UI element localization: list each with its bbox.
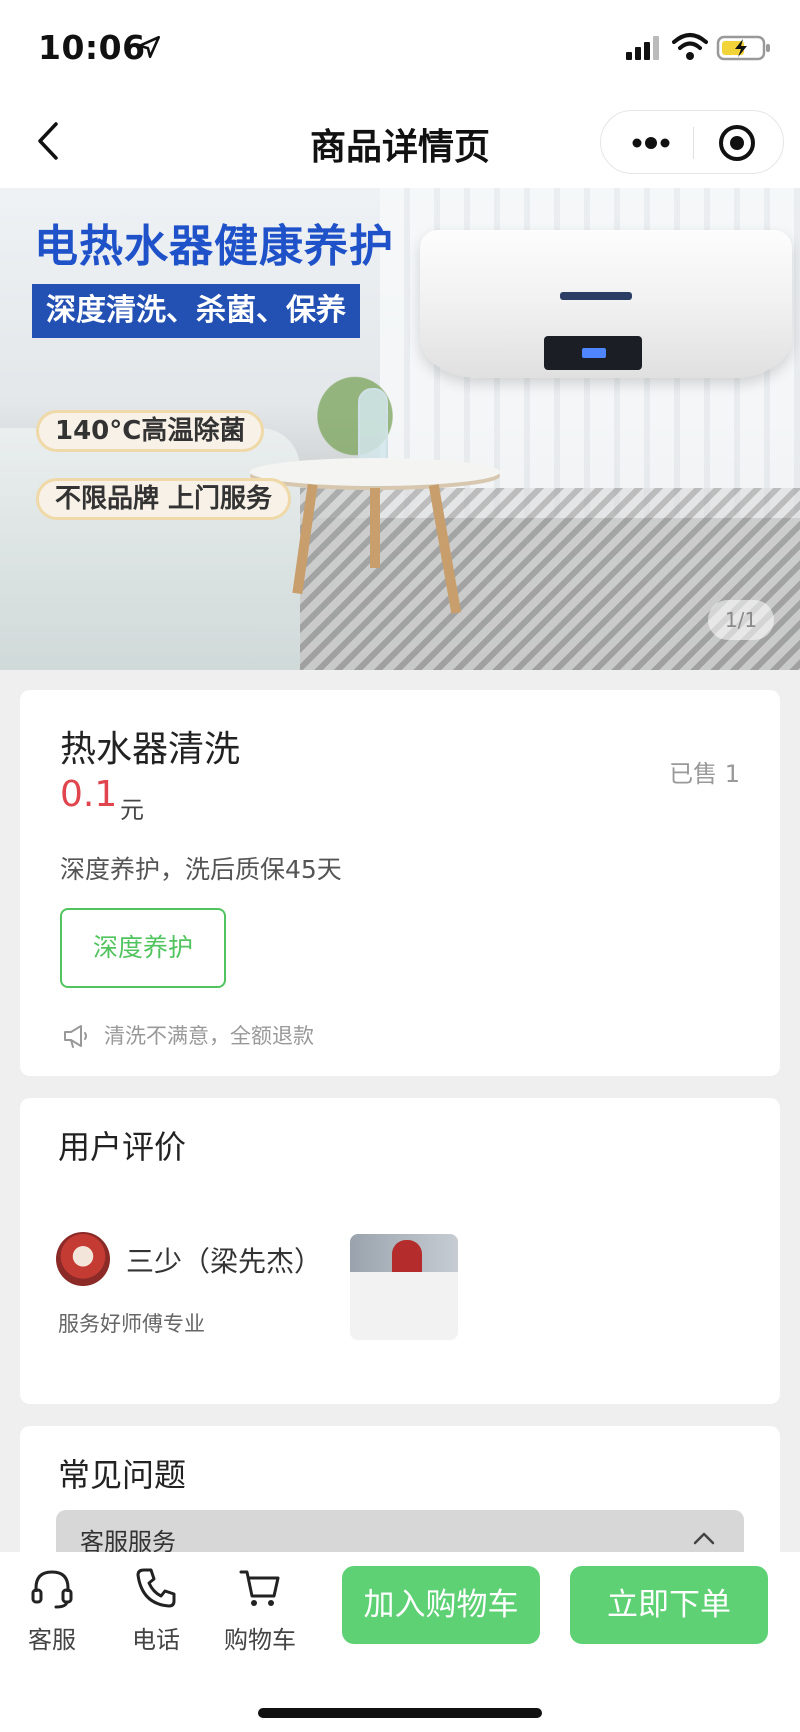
heater-slot <box>560 292 632 300</box>
capsule-divider <box>693 127 694 159</box>
cart-label: 购物车 <box>224 1626 296 1654</box>
reviews-card: 用户评价 三少（梁先杰） 服务好师傅专业 <box>20 1098 780 1404</box>
phone-label: 电话 <box>132 1626 180 1654</box>
banner-subheadline: 深度清洗、杀菌、保养 <box>32 284 360 338</box>
phone-button[interactable]: 电话 <box>114 1566 198 1655</box>
nav-bar: 商品详情页 <box>0 96 800 188</box>
cellular-signal-icon <box>626 36 659 60</box>
home-indicator[interactable] <box>258 1708 542 1718</box>
product-info-card: 热水器清洗 已售 1 0.1 元 深度养护，洗后质保45天 深度养护 清洗不满意… <box>20 690 780 1076</box>
product-banner[interactable]: 电热水器健康养护 深度清洗、杀菌、保养 140°C高温除菌 不限品牌 上门服务 … <box>0 188 800 670</box>
refund-notice: 清洗不满意，全额退款 <box>104 1024 314 1048</box>
buy-now-button[interactable]: 立即下单 <box>570 1566 768 1644</box>
image-counter: 1/1 <box>708 600 774 640</box>
product-name: 热水器清洗 <box>60 729 241 770</box>
water-heater-image <box>420 230 792 378</box>
status-bar: 10:06 <box>0 0 800 96</box>
heater-display-panel <box>544 336 642 370</box>
banner-tag-service: 不限品牌 上门服务 <box>36 478 292 520</box>
mini-program-capsule <box>600 110 784 174</box>
avatar <box>56 1232 110 1286</box>
location-arrow-icon <box>137 35 161 59</box>
product-price: 0.1 <box>60 774 118 815</box>
customer-service-button[interactable]: 客服 <box>10 1566 94 1655</box>
product-description: 深度养护，洗后质保45天 <box>60 855 342 884</box>
battery-charging-icon <box>716 35 770 61</box>
banner-headline: 电热水器健康养护 <box>34 221 394 272</box>
review-photo[interactable] <box>350 1234 458 1340</box>
bottom-action-bar: 客服 电话 购物车 加入购物车 立即下单 <box>0 1552 800 1732</box>
shopping-cart-icon <box>239 1570 280 1606</box>
sold-count: 已售 1 <box>669 760 740 788</box>
price-unit: 元 <box>120 796 144 824</box>
cart-button[interactable]: 购物车 <box>218 1566 302 1655</box>
wifi-icon <box>672 33 708 60</box>
banner-tag-sterilize: 140°C高温除菌 <box>36 410 265 452</box>
reviewer-name: 三少（梁先杰） <box>126 1245 323 1278</box>
banner-sofa <box>0 428 300 670</box>
add-to-cart-button[interactable]: 加入购物车 <box>342 1566 540 1644</box>
phone-icon <box>136 1568 176 1608</box>
review-text: 服务好师傅专业 <box>58 1312 205 1336</box>
status-time: 10:06 <box>38 28 146 67</box>
megaphone-icon <box>64 1025 87 1048</box>
more-icon[interactable] <box>629 129 673 157</box>
review-photo-person <box>392 1240 422 1272</box>
customer-service-label: 客服 <box>28 1626 76 1654</box>
table-leg <box>370 488 380 568</box>
banner-plant <box>280 338 430 468</box>
banner-table <box>250 458 500 486</box>
close-mini-program-icon[interactable] <box>717 123 757 163</box>
service-option-tag[interactable]: 深度养护 <box>60 908 226 988</box>
faq-title: 常见问题 <box>58 1456 187 1494</box>
reviews-title: 用户评价 <box>58 1128 187 1166</box>
headset-icon <box>31 1570 73 1609</box>
chevron-up-icon <box>693 1532 715 1545</box>
